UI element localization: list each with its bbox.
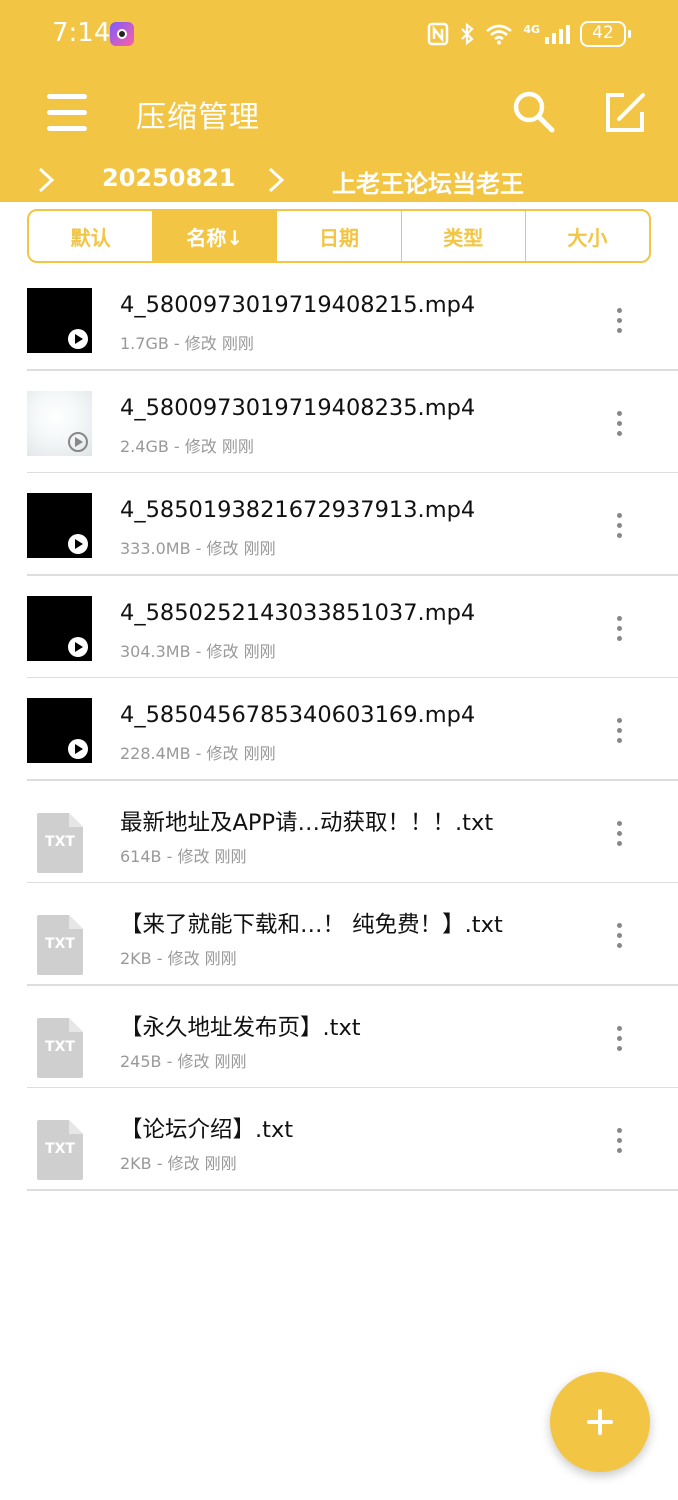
play-icon — [68, 534, 88, 554]
file-meta: 333.0MB - 修改 刚刚 — [120, 539, 276, 558]
chevron-right-icon — [268, 167, 285, 193]
txt-icon-label: TXT — [45, 1039, 75, 1055]
txt-icon-label: TXT — [45, 936, 75, 952]
video-thumbnail — [27, 288, 92, 353]
list-item[interactable]: 4_5850456785340603169.mp4 228.4MB - 修改 刚… — [0, 678, 678, 781]
txt-file-icon: TXT — [37, 915, 83, 975]
more-vertical-icon[interactable] — [606, 511, 632, 541]
file-meta: 2KB - 修改 刚刚 — [120, 949, 237, 968]
file-meta: 245B - 修改 刚刚 — [120, 1051, 247, 1071]
file-meta: 1.7GB - 修改 刚刚 — [120, 334, 254, 353]
more-vertical-icon[interactable] — [606, 409, 632, 439]
more-vertical-icon[interactable] — [606, 306, 632, 336]
list-item[interactable]: 4_5800973019719408215.mp4 1.7GB - 修改 刚刚 — [0, 268, 678, 371]
file-meta: 304.3MB - 修改 刚刚 — [120, 641, 276, 661]
breadcrumb: 20250821 上老王论坛当老王 — [0, 158, 678, 202]
more-vertical-icon[interactable] — [606, 1126, 632, 1156]
play-icon — [68, 431, 88, 452]
txt-file-icon: TXT — [37, 812, 83, 873]
video-thumbnail — [27, 493, 92, 558]
file-name: 【永久地址发布页】.txt — [120, 1014, 361, 1041]
more-vertical-icon[interactable] — [606, 1024, 632, 1054]
list-item[interactable]: 4_5850193821672937913.mp4 333.0MB - 修改 刚… — [0, 473, 678, 576]
file-list: 4_5800973019719408215.mp4 1.7GB - 修改 刚刚 … — [0, 268, 678, 1191]
page-title: 压缩管理 — [136, 100, 260, 135]
file-name: 【来了就能下载和…！ 纯免费！】.txt — [120, 912, 503, 938]
sort-tab-size[interactable]: 大小 — [524, 211, 649, 261]
file-name: 最新地址及APP请…动获取！！！.txt — [120, 809, 494, 836]
battery-icon: 42 — [580, 21, 631, 47]
add-button[interactable] — [550, 1372, 650, 1472]
sort-tab-name[interactable]: 名称↓ — [152, 211, 277, 261]
play-icon — [68, 636, 88, 657]
file-name: 【论坛介绍】.txt — [120, 1117, 294, 1143]
txt-file-icon: TXT — [37, 1017, 83, 1078]
more-vertical-icon[interactable] — [606, 921, 632, 951]
file-meta: 2.4GB - 修改 刚刚 — [120, 436, 254, 456]
file-name: 4_5800973019719408235.mp4 — [120, 394, 476, 421]
file-meta: 2KB - 修改 刚刚 — [120, 1154, 237, 1173]
file-name: 4_5850252143033851037.mp4 — [120, 599, 476, 626]
list-item[interactable]: TXT 最新地址及APP请…动获取！！！.txt 614B - 修改 刚刚 — [0, 781, 678, 884]
sort-tab-default[interactable]: 默认 — [29, 211, 152, 261]
status-icons: 4G 42 — [427, 20, 631, 48]
network-type-label: 4G — [523, 22, 540, 36]
file-name: 4_5850193821672937913.mp4 — [120, 497, 476, 523]
camera-app-icon — [110, 22, 134, 46]
nfc-icon — [428, 22, 449, 46]
list-item[interactable]: 4_5850252143033851037.mp4 304.3MB - 修改 刚… — [0, 576, 678, 679]
file-name: 4_5800973019719408215.mp4 — [120, 292, 476, 318]
video-thumbnail — [27, 698, 92, 763]
menu-icon[interactable] — [42, 90, 94, 136]
bluetooth-icon — [461, 22, 474, 46]
play-icon — [68, 739, 88, 759]
list-item[interactable]: TXT 【来了就能下载和…！ 纯免费！】.txt 2KB - 修改 刚刚 — [0, 883, 678, 986]
chevron-right-icon — [38, 167, 55, 193]
file-name: 4_5850456785340603169.mp4 — [120, 702, 476, 728]
breadcrumb-item-folder[interactable]: 20250821 — [102, 164, 236, 192]
list-item[interactable]: TXT 【论坛介绍】.txt 2KB - 修改 刚刚 — [0, 1088, 678, 1191]
file-meta: 228.4MB - 修改 刚刚 — [120, 744, 276, 763]
sort-tab-date[interactable]: 日期 — [276, 211, 400, 261]
breadcrumb-item-current[interactable]: 上老王论坛当老王 — [332, 164, 524, 199]
header: 7:14 4G 42 压缩管理 20250821 上老王论坛当老王 — [0, 0, 678, 202]
more-vertical-icon[interactable] — [606, 716, 632, 746]
edit-icon[interactable] — [602, 90, 648, 136]
list-item[interactable]: TXT 【永久地址发布页】.txt 245B - 修改 刚刚 — [0, 986, 678, 1089]
status-bar: 7:14 4G 42 — [0, 0, 678, 68]
more-vertical-icon[interactable] — [606, 819, 632, 849]
txt-file-icon: TXT — [37, 1120, 83, 1180]
txt-icon-label: TXT — [45, 1141, 75, 1157]
list-item[interactable]: 4_5800973019719408235.mp4 2.4GB - 修改 刚刚 — [0, 371, 678, 474]
sort-tab-type[interactable]: 类型 — [400, 211, 525, 261]
wifi-icon — [486, 24, 513, 45]
video-thumbnail — [27, 390, 92, 456]
search-icon[interactable] — [510, 88, 556, 134]
app-bar: 压缩管理 — [0, 68, 678, 158]
sort-tabs: 默认 名称↓ 日期 类型 大小 — [27, 209, 651, 263]
status-time: 7:14 — [52, 18, 111, 48]
video-thumbnail — [27, 595, 92, 661]
signal-icon — [545, 25, 570, 44]
txt-icon-label: TXT — [45, 834, 75, 850]
more-vertical-icon[interactable] — [606, 614, 632, 644]
play-icon — [68, 329, 88, 349]
file-meta: 614B - 修改 刚刚 — [120, 846, 247, 866]
